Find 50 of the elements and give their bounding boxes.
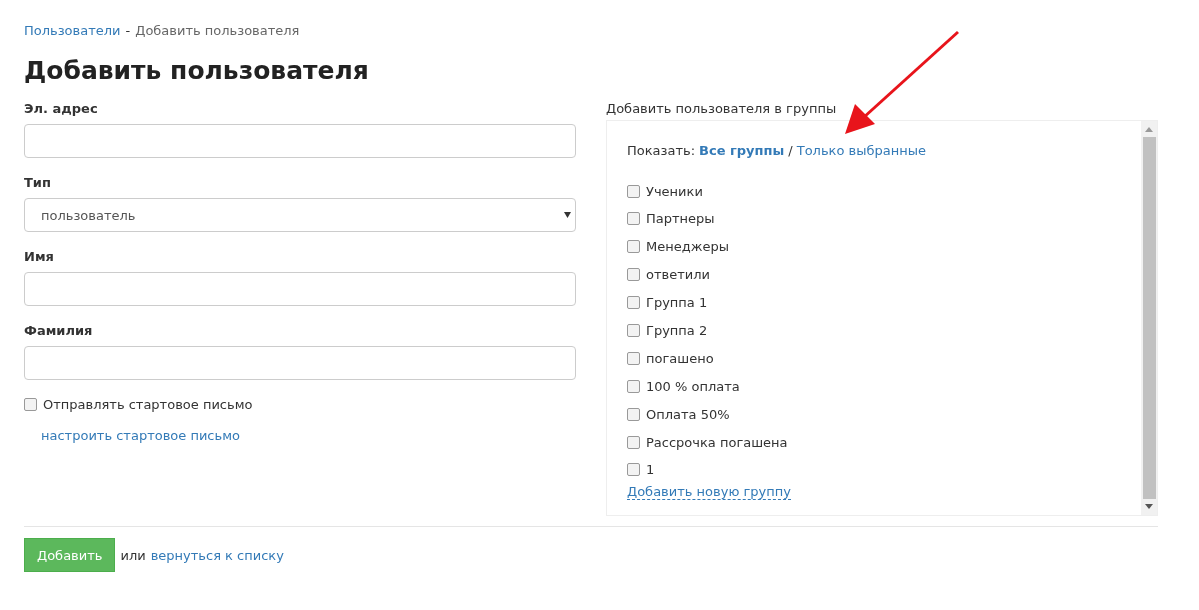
group-label: Рассрочка погашена xyxy=(646,434,788,450)
field-label: Тип xyxy=(24,174,52,192)
filter-link[interactable]: Только выбранные xyxy=(796,142,926,158)
add-button[interactable]: Добавить xyxy=(24,538,116,572)
group-label: Партнеры xyxy=(646,211,715,227)
checkbox[interactable] xyxy=(627,435,640,449)
scroll-down-icon[interactable] xyxy=(1145,504,1153,509)
group-label: 1 xyxy=(646,462,655,478)
scroll-up-icon[interactable] xyxy=(1145,127,1153,132)
checkbox[interactable] xyxy=(627,240,640,254)
group-label: Оплата 50% xyxy=(646,406,730,422)
scrollbar[interactable] xyxy=(1141,121,1157,515)
field-label: Фамилия xyxy=(24,322,94,340)
checkbox[interactable] xyxy=(627,379,640,393)
group-label: Ученики xyxy=(646,183,703,199)
breadcrumb-separator: - xyxy=(125,22,131,38)
input-field[interactable] xyxy=(24,124,576,158)
group-label: Группа 2 xyxy=(646,322,708,338)
checkbox[interactable] xyxy=(627,351,640,365)
show-label: Показать: xyxy=(627,142,696,158)
add-group-link[interactable]: Добавить новую группу xyxy=(627,483,791,500)
group-label: ответили xyxy=(646,267,710,283)
checkbox[interactable] xyxy=(627,268,640,282)
checkbox[interactable] xyxy=(627,323,640,337)
caret-icon xyxy=(564,212,571,218)
checkbox[interactable] xyxy=(627,463,640,477)
type-select[interactable]: пользователь xyxy=(24,198,576,232)
checkbox[interactable] xyxy=(627,296,640,310)
filter-link[interactable]: Все группы xyxy=(699,142,785,158)
configure-email-link[interactable]: настроить стартовое письмо xyxy=(41,428,576,443)
field-label: Имя xyxy=(24,248,55,266)
breadcrumb-current: Добавить пользователя xyxy=(135,22,300,38)
checkbox[interactable] xyxy=(627,407,640,421)
back-to-list-link[interactable]: вернуться к списку xyxy=(150,547,284,563)
field-label: Эл. адрес xyxy=(24,100,99,118)
group-label: погашено xyxy=(646,350,714,366)
group-label: Группа 1 xyxy=(646,295,708,311)
group-label: 100 % оплата xyxy=(646,378,740,394)
group-label: Менеджеры xyxy=(646,239,729,255)
checkbox[interactable] xyxy=(627,212,640,226)
breadcrumb-link[interactable]: Пользователи xyxy=(24,22,121,38)
or-text: или xyxy=(120,547,146,563)
checkbox-label: Отправлять стартовое письмо xyxy=(43,396,253,412)
page-title: Добавить пользователя xyxy=(24,55,370,87)
filter-separator: / xyxy=(788,142,793,158)
input-field[interactable] xyxy=(24,272,576,306)
checkbox[interactable] xyxy=(627,184,640,198)
input-field[interactable] xyxy=(24,346,576,380)
groups-label: Добавить пользователя в группы xyxy=(606,100,838,118)
checkbox[interactable] xyxy=(24,397,37,411)
